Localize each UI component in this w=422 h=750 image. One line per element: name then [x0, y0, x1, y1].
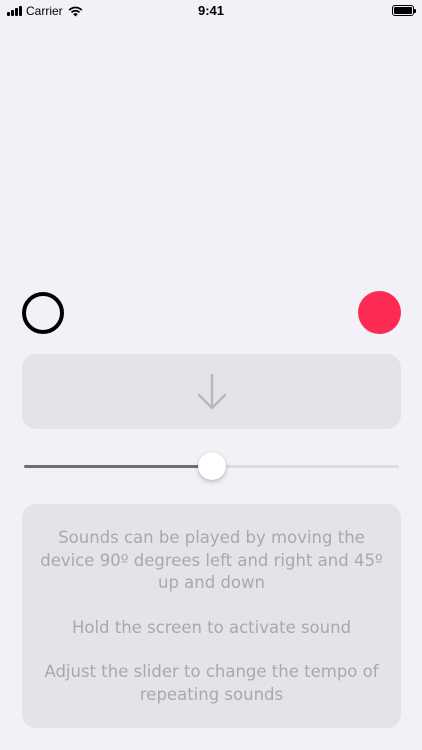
tempo-slider[interactable] [24, 450, 399, 482]
instructions-panel: Sounds can be played by moving the devic… [22, 504, 401, 728]
arrow-down-icon [197, 373, 226, 409]
arrow-button[interactable] [22, 354, 401, 429]
instruction-slider: Adjust the slider to change the tempo of… [44, 662, 379, 704]
circle-outline-icon[interactable] [22, 292, 64, 334]
instruction-movement: Sounds can be played by moving the devic… [40, 528, 383, 592]
status-bar: Carrier 9:41 [0, 0, 422, 22]
slider-fill [24, 465, 212, 468]
battery-icon [392, 5, 416, 16]
filled-red-circle-icon[interactable] [358, 291, 401, 334]
instruction-hold: Hold the screen to activate sound [71, 617, 352, 637]
status-time: 9:41 [197, 3, 225, 18]
slider-thumb[interactable] [197, 452, 226, 480]
